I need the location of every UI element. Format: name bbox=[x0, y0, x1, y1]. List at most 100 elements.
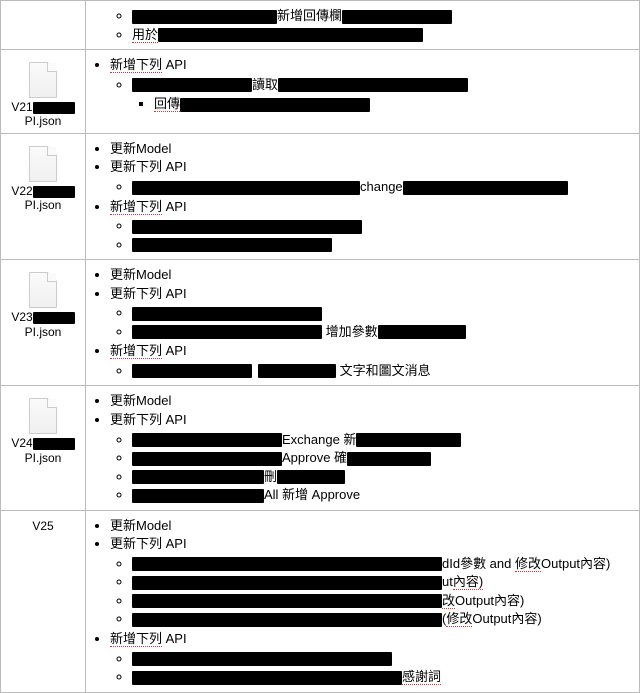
text-fragment: Output內容) bbox=[472, 611, 541, 626]
text-fragment: Exchange 新 bbox=[282, 432, 356, 447]
changes-cell: 更新Model更新下列 APIchange新增下列 API bbox=[86, 133, 640, 259]
redacted-block bbox=[33, 102, 75, 114]
change-item: 回傳 bbox=[154, 95, 633, 113]
text-fragment: 感謝詞 bbox=[402, 669, 441, 685]
file-suffix: PI.json bbox=[7, 114, 79, 128]
redacted-block bbox=[278, 78, 468, 92]
text-fragment: 修改 bbox=[446, 611, 472, 627]
text-fragment: Approve 確 bbox=[282, 450, 347, 465]
text-fragment: All 新增 Approve bbox=[264, 487, 360, 502]
change-item: Approve 確認 bbox=[132, 449, 633, 467]
text-fragment: 更新Model bbox=[110, 393, 171, 408]
redacted-block bbox=[132, 613, 442, 627]
change-item bbox=[132, 236, 633, 254]
file-name: V25 bbox=[7, 519, 79, 533]
redacted-block bbox=[33, 438, 75, 450]
text-fragment: API bbox=[166, 159, 187, 174]
version-label: V24 bbox=[11, 436, 32, 450]
redacted-block bbox=[132, 10, 277, 24]
version-cell: V21PI.json bbox=[1, 50, 86, 134]
change-item: 文字和圖文消息 bbox=[132, 362, 633, 380]
change-item: 更新Model bbox=[110, 140, 633, 158]
change-item: ut內容) bbox=[132, 573, 633, 591]
change-sublist: change bbox=[110, 178, 633, 196]
change-list: 新增回傳欄用於 bbox=[92, 7, 633, 43]
change-item bbox=[132, 217, 633, 235]
text-fragment: 文字和圖文消息 bbox=[336, 363, 431, 378]
text-fragment: 更新下列 API bbox=[110, 536, 187, 551]
change-item: 更新Model bbox=[110, 517, 633, 535]
redacted-block bbox=[132, 220, 362, 234]
version-cell bbox=[1, 1, 86, 50]
text-fragment: 新增下列 bbox=[110, 57, 162, 73]
text-fragment: 用於 bbox=[132, 27, 158, 43]
file-name: V21PI.json bbox=[7, 100, 79, 129]
change-item: 讀取回傳 bbox=[132, 76, 633, 113]
redacted-block bbox=[132, 452, 282, 466]
file-name: V24PI.json bbox=[7, 436, 79, 465]
text-fragment: 新增下列 bbox=[110, 199, 162, 215]
text-fragment: 修改 bbox=[515, 556, 541, 572]
change-sublist: dId參數 and 修改Output內容)ut內容)改Output內容)(修改O… bbox=[110, 555, 633, 628]
table-row: V23PI.json更新Model更新下列 API 增加參數新增下列 API 文… bbox=[1, 260, 640, 386]
table-row: V24PI.json更新Model更新下列 APIExchange 新Appro… bbox=[1, 386, 640, 510]
change-item: 新增下列 API 感謝詞 bbox=[110, 630, 633, 686]
change-list: 更新Model更新下列 APIExchange 新Approve 確認刪All … bbox=[92, 392, 633, 503]
text-fragment: 下列 bbox=[136, 159, 166, 174]
change-sublist: 感謝詞 bbox=[110, 650, 633, 686]
redacted-block bbox=[258, 364, 336, 378]
text-fragment: API bbox=[162, 57, 187, 72]
redacted-block bbox=[132, 238, 332, 252]
text-fragment: 更新Model bbox=[110, 518, 171, 533]
change-item: 更新下列 APIdId參數 and 修改Output內容)ut內容)改Outpu… bbox=[110, 535, 633, 628]
change-item: All 新增 Approve bbox=[132, 486, 633, 504]
redacted-block bbox=[347, 452, 431, 466]
text-fragment: API bbox=[162, 631, 187, 646]
redacted-block bbox=[132, 470, 264, 484]
file-suffix: PI.json bbox=[7, 198, 79, 212]
change-item: (修改Output內容) bbox=[132, 610, 633, 628]
text-fragment: 更新下列 API bbox=[110, 286, 187, 301]
changes-cell: 更新Model 更新下列 API 增加參數新增下列 API 文字和圖文消息 bbox=[86, 260, 640, 386]
file-icon bbox=[29, 272, 57, 308]
text-fragment: 新增下列 bbox=[110, 631, 162, 647]
version-label: V25 bbox=[32, 519, 53, 533]
redacted-block bbox=[356, 433, 461, 447]
change-sublist: 回傳 bbox=[132, 95, 633, 113]
table-row: V25 更新Model 更新下列 API dId參數 and 修改Output內容)u… bbox=[1, 510, 640, 692]
redacted-block bbox=[132, 78, 252, 92]
redacted-block bbox=[132, 652, 392, 666]
redacted-block bbox=[342, 10, 452, 24]
text-fragment: API bbox=[162, 343, 187, 358]
redacted-block bbox=[132, 576, 442, 590]
version-cell: V25 bbox=[1, 510, 86, 692]
text-fragment: 更新Model bbox=[110, 267, 171, 282]
redacted-block bbox=[403, 181, 568, 195]
redacted-block bbox=[132, 433, 282, 447]
redacted-block bbox=[158, 28, 423, 42]
change-item: 更新Model bbox=[110, 266, 633, 284]
change-sublist bbox=[110, 217, 633, 253]
redacted-block bbox=[378, 325, 466, 339]
change-item: 新增下列 API 文字和圖文消息 bbox=[110, 342, 633, 379]
change-sublist: 增加參數 bbox=[110, 304, 633, 340]
change-item: dId參數 and 修改Output內容) bbox=[132, 555, 633, 573]
version-cell: V24PI.json bbox=[1, 386, 86, 510]
change-list: 更新Model更新下列 APIchange新增下列 API bbox=[92, 140, 633, 253]
table-row: V22PI.json更新Model更新下列 APIchange新增下列 API bbox=[1, 133, 640, 259]
change-list: 更新Model 更新下列 API 增加參數新增下列 API 文字和圖文消息 bbox=[92, 266, 633, 379]
text-fragment: 讀取 bbox=[252, 77, 278, 92]
file-icon bbox=[29, 146, 57, 182]
text-fragment: Output內容) bbox=[455, 593, 524, 608]
change-item: Exchange 新 bbox=[132, 431, 633, 449]
redacted-block bbox=[132, 364, 252, 378]
text-fragment: 刪 bbox=[264, 469, 277, 484]
version-label: V23 bbox=[11, 310, 32, 324]
change-item bbox=[132, 304, 633, 322]
change-item: 更新Model bbox=[110, 392, 633, 410]
changes-cell: 新增下列 API 讀取回傳 bbox=[86, 50, 640, 134]
changes-cell: 更新Model更新下列 APIExchange 新Approve 確認刪All … bbox=[86, 386, 640, 510]
change-sublist: 新增回傳欄用於 bbox=[110, 7, 633, 43]
text-fragment: API bbox=[162, 199, 187, 214]
change-item: 感謝詞 bbox=[132, 668, 633, 686]
